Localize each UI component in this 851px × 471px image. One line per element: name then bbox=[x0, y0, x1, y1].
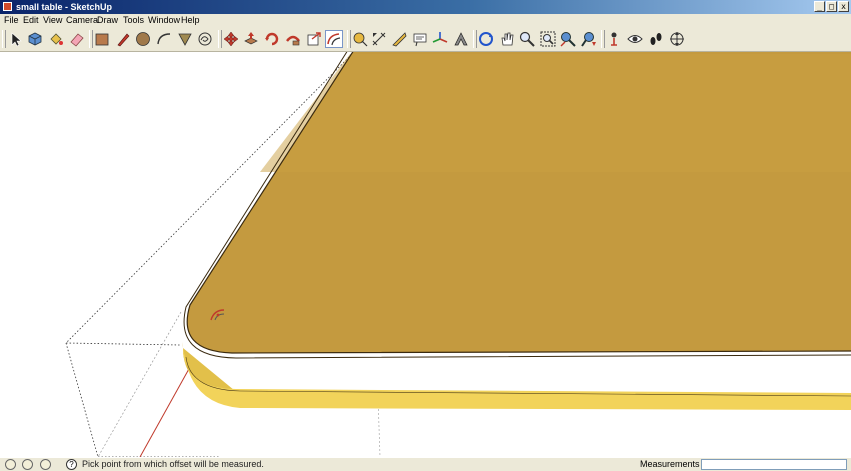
eraser-icon bbox=[70, 33, 84, 47]
menu-camera[interactable]: Camera bbox=[66, 14, 98, 27]
footprints-icon bbox=[650, 33, 662, 45]
freehand-icon bbox=[198, 32, 212, 46]
geo-location-icon[interactable] bbox=[5, 459, 16, 470]
dimension-icon bbox=[372, 32, 386, 46]
measurements-label: Measurements bbox=[640, 459, 700, 469]
zoom-window-tool[interactable] bbox=[539, 30, 557, 48]
circle-tool[interactable] bbox=[134, 30, 152, 48]
menu-draw[interactable]: Draw bbox=[97, 14, 118, 27]
close-button[interactable]: x bbox=[838, 1, 849, 12]
status-bar: ? Pick point from which offset will be m… bbox=[0, 457, 851, 471]
zoom-window-icon bbox=[540, 31, 556, 47]
rotate-tool[interactable] bbox=[263, 30, 281, 48]
section-plane-icon bbox=[670, 32, 684, 46]
orbit-icon bbox=[479, 32, 493, 46]
sketchup-app-icon bbox=[3, 2, 12, 11]
credits-icon[interactable] bbox=[22, 459, 33, 470]
tabletop-face-shade bbox=[260, 54, 851, 172]
walk-tool[interactable] bbox=[647, 30, 665, 48]
move-tool[interactable] bbox=[222, 30, 240, 48]
select-tool[interactable] bbox=[6, 30, 24, 48]
text-label-icon bbox=[413, 33, 427, 47]
window-title: small table - SketchUp bbox=[16, 2, 113, 12]
arc-icon bbox=[157, 33, 171, 45]
status-message: Pick point from which offset will be mea… bbox=[82, 459, 264, 469]
bounding-box-edge bbox=[65, 342, 99, 457]
paint-bucket-tool[interactable] bbox=[47, 30, 65, 48]
toolbar bbox=[0, 27, 851, 52]
push-pull-tool[interactable] bbox=[242, 30, 260, 48]
component-icon bbox=[28, 32, 42, 46]
hand-icon bbox=[501, 32, 514, 46]
paint-bucket-icon bbox=[50, 33, 63, 45]
scene-canvas[interactable] bbox=[0, 52, 851, 457]
pencil-icon bbox=[117, 33, 130, 47]
axes-tool[interactable] bbox=[431, 30, 449, 48]
offset-tool[interactable] bbox=[325, 30, 343, 48]
position-camera-tool[interactable] bbox=[605, 30, 623, 48]
drawing-viewport[interactable] bbox=[0, 52, 851, 457]
user-icon[interactable] bbox=[40, 459, 51, 470]
freehand-tool[interactable] bbox=[196, 30, 214, 48]
push-pull-icon bbox=[244, 32, 258, 45]
3d-text-tool[interactable] bbox=[452, 30, 470, 48]
menu-tools[interactable]: Tools bbox=[123, 14, 144, 27]
position-camera-icon bbox=[611, 32, 617, 46]
eraser-tool[interactable] bbox=[68, 30, 86, 48]
orbit-tool[interactable] bbox=[477, 30, 495, 48]
polygon-icon bbox=[178, 33, 192, 46]
offset-icon bbox=[327, 33, 341, 46]
look-around-tool[interactable] bbox=[626, 30, 644, 48]
move-icon bbox=[223, 31, 239, 47]
eye-icon bbox=[627, 35, 643, 43]
red-axis bbox=[139, 366, 191, 457]
help-icon[interactable]: ? bbox=[66, 459, 77, 470]
arrow-icon bbox=[11, 32, 22, 47]
circle-icon bbox=[136, 32, 150, 46]
previous-view-icon bbox=[581, 32, 596, 47]
rotate-icon bbox=[265, 32, 279, 46]
arc-tool[interactable] bbox=[155, 30, 173, 48]
zoom-extents-icon bbox=[560, 32, 576, 47]
follow-me-tool[interactable] bbox=[284, 30, 302, 48]
line-tool[interactable] bbox=[114, 30, 132, 48]
text-tool[interactable] bbox=[411, 30, 429, 48]
rectangle-tool[interactable] bbox=[93, 30, 111, 48]
menu-window[interactable]: Window bbox=[148, 14, 180, 27]
menu-view[interactable]: View bbox=[43, 14, 62, 27]
scale-tool[interactable] bbox=[305, 30, 323, 48]
zoom-extents-tool[interactable] bbox=[559, 30, 577, 48]
section-plane-tool[interactable] bbox=[668, 30, 686, 48]
menu-help[interactable]: Help bbox=[181, 14, 200, 27]
tape-measure-tool[interactable] bbox=[351, 30, 369, 48]
3d-text-icon bbox=[454, 32, 468, 46]
previous-view-tool[interactable] bbox=[580, 30, 598, 48]
zoom-tool[interactable] bbox=[518, 30, 536, 48]
pan-tool[interactable] bbox=[498, 30, 516, 48]
menu-file[interactable]: File bbox=[4, 14, 19, 27]
follow-me-icon bbox=[286, 35, 300, 46]
scale-icon bbox=[307, 32, 321, 46]
measurements-input[interactable] bbox=[701, 459, 847, 470]
menu-bar: File Edit View Camera Draw Tools Window … bbox=[0, 14, 851, 27]
title-bar: small table - SketchUp _ □ x bbox=[0, 0, 851, 14]
protractor-tool[interactable] bbox=[390, 30, 408, 48]
minimize-button[interactable]: _ bbox=[814, 1, 825, 12]
hidden-leg-edge bbox=[97, 311, 182, 457]
polygon-tool[interactable] bbox=[176, 30, 194, 48]
axes-icon bbox=[432, 32, 448, 43]
dimension-tool[interactable] bbox=[370, 30, 388, 48]
protractor-icon bbox=[392, 32, 407, 47]
magnifier-icon bbox=[519, 31, 535, 47]
menu-edit[interactable]: Edit bbox=[23, 14, 39, 27]
tape-measure-icon bbox=[353, 32, 368, 47]
maximize-button[interactable]: □ bbox=[826, 1, 837, 12]
make-component-tool[interactable] bbox=[26, 30, 44, 48]
rectangle-icon bbox=[95, 33, 109, 46]
